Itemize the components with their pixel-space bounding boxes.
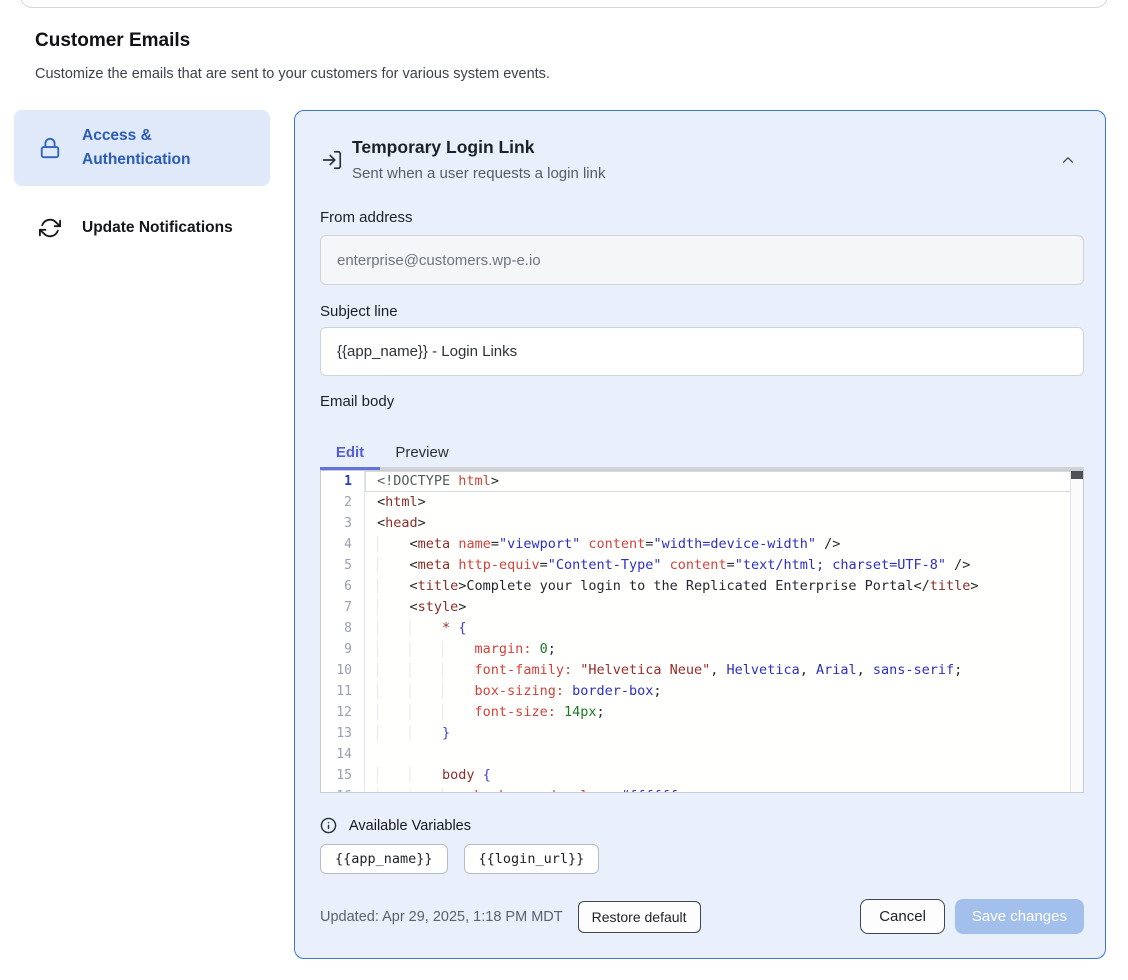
top-card-edge: [20, 0, 1108, 8]
code-editor[interactable]: 1<!DOCTYPE html>2<html>3<head>4 <meta na…: [320, 470, 1084, 793]
variable-chip-login-url[interactable]: {{login_url}}: [464, 844, 600, 874]
email-body-label: Email body: [320, 393, 394, 410]
sidebar: Access & Authentication Update Notificat…: [14, 110, 270, 270]
available-variables-row: Available Variables: [320, 817, 471, 834]
sidebar-item-label: Access & Authentication: [82, 124, 234, 172]
email-body-tabs: Edit Preview: [320, 429, 464, 467]
chevron-up-icon: [1059, 151, 1077, 169]
code-line[interactable]: 3<head>: [321, 513, 1083, 534]
code-line[interactable]: 2<html>: [321, 492, 1083, 513]
subject-line-label: Subject line: [320, 303, 398, 320]
editor-scrollbar-thumb[interactable]: [1071, 471, 1083, 479]
save-changes-button[interactable]: Save changes: [955, 899, 1084, 934]
code-line[interactable]: 15 body {: [321, 765, 1083, 786]
sidebar-item-access-authentication[interactable]: Access & Authentication: [14, 110, 270, 186]
code-line[interactable]: 10 font-family: "Helvetica Neue", Helvet…: [321, 660, 1083, 681]
updated-timestamp: Updated: Apr 29, 2025, 1:18 PM MDT: [320, 909, 563, 925]
code-line[interactable]: 5 <meta http-equiv="Content-Type" conten…: [321, 555, 1083, 576]
code-line[interactable]: 12 font-size: 14px;: [321, 702, 1083, 723]
info-icon: [320, 817, 337, 834]
code-line[interactable]: 1<!DOCTYPE html>: [321, 471, 1083, 492]
variable-chips: {{app_name}} {{login_url}}: [320, 844, 599, 874]
code-line[interactable]: 8 * {: [321, 618, 1083, 639]
code-line[interactable]: 14: [321, 744, 1083, 765]
subject-line-input[interactable]: [320, 327, 1084, 376]
from-address-label: From address: [320, 209, 413, 226]
code-rows: 1<!DOCTYPE html>2<html>3<head>4 <meta na…: [321, 471, 1083, 793]
code-line[interactable]: 11 box-sizing: border-box;: [321, 681, 1083, 702]
tab-edit[interactable]: Edit: [320, 429, 380, 467]
page: Customer Emails Customize the emails tha…: [0, 0, 1128, 980]
email-template-panel: Temporary Login Link Sent when a user re…: [294, 110, 1106, 959]
footer-actions: Cancel Save changes: [860, 899, 1084, 934]
code-line[interactable]: 9 margin: 0;: [321, 639, 1083, 660]
code-line[interactable]: 4 <meta name="viewport" content="width=d…: [321, 534, 1083, 555]
variable-chip-app-name[interactable]: {{app_name}}: [320, 844, 448, 874]
code-line[interactable]: 7 <style>: [321, 597, 1083, 618]
log-in-icon: [321, 149, 343, 171]
page-subtitle: Customize the emails that are sent to yo…: [35, 66, 550, 82]
code-line[interactable]: 13 }: [321, 723, 1083, 744]
restore-default-button[interactable]: Restore default: [578, 901, 701, 933]
sync-icon: [38, 217, 62, 239]
panel-subtitle: Sent when a user requests a login link: [352, 165, 605, 182]
panel-title: Temporary Login Link: [352, 137, 534, 158]
panel-footer: Updated: Apr 29, 2025, 1:18 PM MDT Resto…: [320, 899, 1084, 934]
collapse-button[interactable]: [1055, 147, 1081, 173]
from-address-input[interactable]: [320, 235, 1084, 285]
sidebar-item-label: Update Notifications: [82, 216, 233, 240]
sidebar-item-update-notifications[interactable]: Update Notifications: [14, 202, 270, 254]
code-line[interactable]: 16 background-color: #ffffff;: [321, 786, 1083, 793]
code-line[interactable]: 6 <title>Complete your login to the Repl…: [321, 576, 1083, 597]
editor-scrollbar[interactable]: [1070, 471, 1083, 792]
available-variables-label: Available Variables: [349, 818, 471, 834]
tab-preview[interactable]: Preview: [380, 429, 464, 467]
cancel-button[interactable]: Cancel: [860, 899, 945, 934]
lock-icon: [38, 137, 62, 159]
page-title: Customer Emails: [35, 30, 190, 52]
